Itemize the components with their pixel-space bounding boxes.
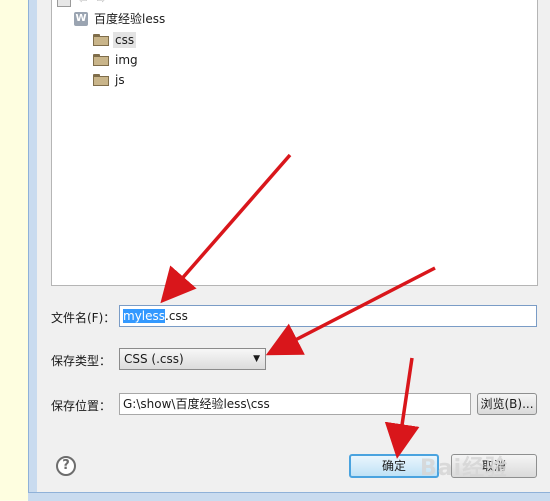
arrow-to-filename <box>160 153 292 304</box>
watermark-logo: Bai经验 <box>420 456 509 481</box>
annotation-arrows <box>160 153 436 459</box>
arrow-to-type <box>265 266 436 356</box>
arrow-to-ok <box>384 357 420 459</box>
